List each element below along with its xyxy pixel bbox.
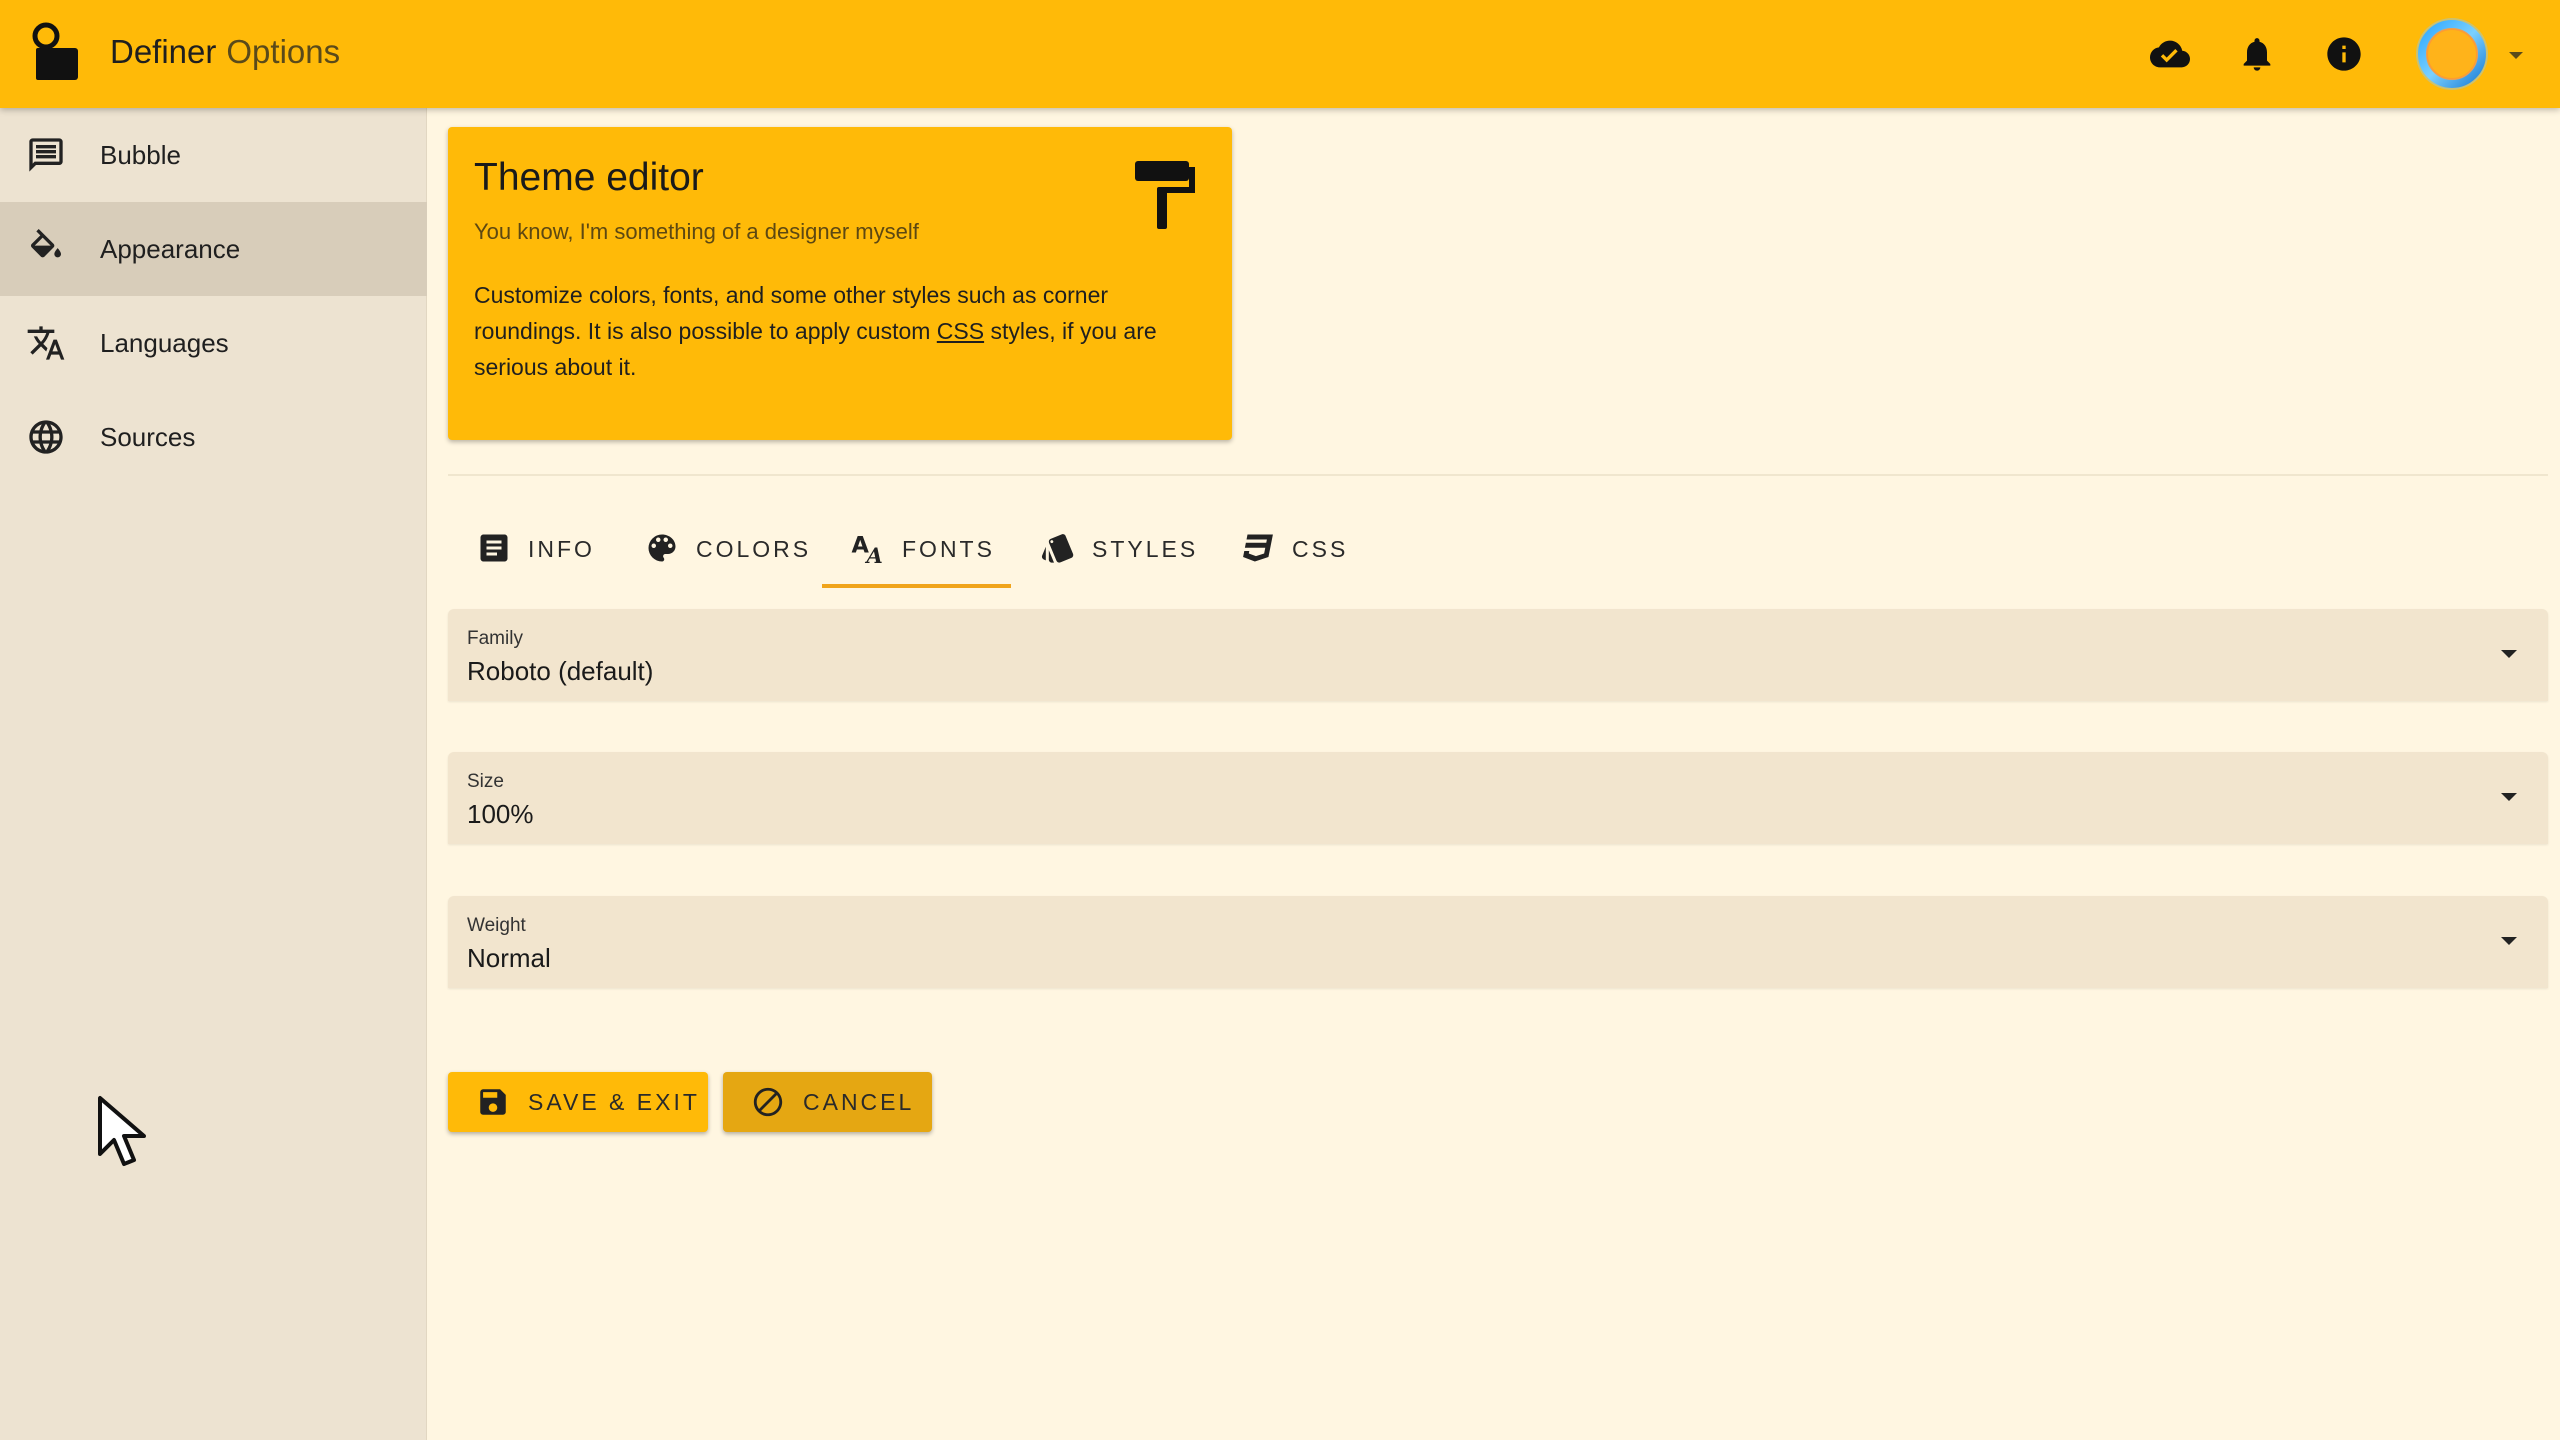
divider (448, 474, 2548, 476)
app-bar: Definer Options (0, 0, 2560, 108)
sidebar-item-label: Languages (100, 328, 229, 358)
field-label: Weight (467, 915, 526, 936)
tab-fonts[interactable]: A A FONTS (850, 512, 1000, 586)
chevron-down-icon[interactable] (2505, 44, 2527, 66)
font-weight-select[interactable]: Weight Normal (448, 896, 2548, 988)
app-subtitle: Options (226, 33, 341, 70)
dropdown-arrow-icon (2500, 934, 2518, 946)
sidebar: Bubble Appearance Languages Sources (0, 108, 427, 1440)
mouse-pointer-icon (96, 1094, 152, 1174)
info-icon[interactable] (2324, 34, 2364, 74)
tab-styles[interactable]: STYLES (1040, 512, 1195, 586)
css-icon (1240, 530, 1276, 566)
tab-label: COLORS (696, 536, 812, 562)
tab-colors[interactable]: COLORS (644, 512, 808, 586)
sidebar-item-label: Sources (100, 422, 196, 452)
dropdown-arrow-icon (2500, 647, 2518, 659)
block-icon (751, 1085, 785, 1119)
paint-bucket-icon (26, 229, 66, 269)
font-family-select[interactable]: Family Roboto (default) (448, 609, 2548, 701)
save-button-label: SAVE & EXIT (528, 1089, 700, 1115)
field-value: 100% (467, 799, 534, 829)
sidebar-item-languages[interactable]: Languages (0, 296, 427, 390)
translate-icon (26, 323, 66, 363)
bell-icon[interactable] (2237, 34, 2277, 74)
sidebar-item-label: Appearance (100, 234, 241, 264)
sidebar-item-appearance[interactable]: Appearance (0, 202, 427, 296)
field-label: Family (467, 628, 523, 649)
globe-icon (26, 417, 66, 457)
article-icon (476, 530, 512, 566)
palette-icon (644, 530, 680, 566)
tab-info[interactable]: INFO (476, 512, 596, 586)
field-value: Normal (467, 943, 551, 973)
tab-label: FONTS (902, 536, 995, 562)
css-link[interactable]: CSS (937, 318, 984, 344)
card-description: Customize colors, fonts, and some other … (474, 277, 1214, 385)
tab-label: STYLES (1092, 536, 1199, 562)
active-tab-indicator (822, 584, 1011, 588)
theme-editor-card: Theme editor You know, I'm something of … (448, 127, 1232, 440)
app-name: Definer (110, 33, 217, 70)
save-icon (476, 1085, 510, 1119)
card-title: Theme editor (474, 156, 704, 199)
app-title: Definer Options (110, 30, 340, 74)
tab-label: INFO (528, 536, 595, 562)
dropdown-arrow-icon (2500, 790, 2518, 802)
cancel-button[interactable]: CANCEL (723, 1072, 932, 1132)
cloud-done-icon[interactable] (2150, 34, 2190, 74)
paint-roller-icon (1133, 159, 1197, 231)
sidebar-item-label: Bubble (100, 140, 181, 170)
font-icon: A A (850, 530, 886, 569)
definer-logo-icon[interactable] (30, 22, 86, 82)
tab-label: CSS (1292, 536, 1349, 562)
font-size-select[interactable]: Size 100% (448, 752, 2548, 844)
sidebar-item-bubble[interactable]: Bubble (0, 108, 427, 202)
card-subtitle: You know, I'm something of a designer my… (474, 219, 919, 244)
field-label: Size (467, 771, 504, 792)
style-icon (1040, 530, 1076, 566)
cancel-button-label: CANCEL (803, 1089, 915, 1115)
save-and-exit-button[interactable]: SAVE & EXIT (448, 1072, 708, 1132)
chat-icon (26, 135, 66, 175)
user-avatar[interactable] (2412, 14, 2492, 94)
field-value: Roboto (default) (467, 656, 654, 686)
sidebar-item-sources[interactable]: Sources (0, 390, 427, 484)
svg-text:A: A (865, 543, 883, 566)
tab-css[interactable]: CSS (1240, 512, 1350, 586)
